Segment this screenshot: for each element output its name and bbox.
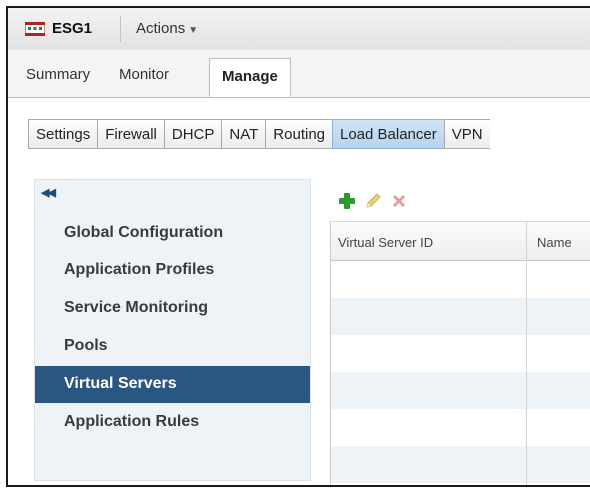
table-row[interactable] [331,298,590,335]
tab-monitor[interactable]: Monitor [119,66,169,83]
plus-icon[interactable] [338,192,356,210]
actions-label: Actions [136,20,186,37]
subtab-vpn[interactable]: VPN [443,119,490,149]
app-window: ESG1 Actions ▼ Summary Monitor Manage Set… [6,6,590,487]
app-title: ESG1 [52,20,93,37]
pencil-icon[interactable] [364,192,382,210]
subtab-dhcp[interactable]: DHCP [163,119,222,149]
column-header-name[interactable]: Name [537,235,572,250]
nav-item-global-configuration[interactable]: Global Configuration [35,215,310,252]
virtual-servers-grid: Virtual Server ID Name [330,221,590,485]
table-row[interactable] [331,409,590,446]
nav-item-application-rules[interactable]: Application Rules [35,404,310,441]
subtab-settings[interactable]: Settings [28,119,98,149]
manage-subtabs: Settings Firewall DHCP NAT Routing Load … [28,119,490,149]
nav-item-virtual-servers[interactable]: Virtual Servers [35,366,310,403]
table-row[interactable] [331,446,590,483]
column-header-virtual-server-id[interactable]: Virtual Server ID [338,235,433,250]
table-row[interactable] [331,335,590,372]
title-divider [120,16,121,42]
main-tabs: Summary Monitor Manage [8,50,590,98]
title-bar: ESG1 Actions ▼ [8,8,590,51]
nav-item-application-profiles[interactable]: Application Profiles [35,252,310,289]
actions-menu-button[interactable]: Actions ▼ [136,20,198,37]
subtab-routing[interactable]: Routing [265,119,332,149]
subtab-nat[interactable]: NAT [221,119,266,149]
caret-down-icon: ▼ [188,25,199,36]
column-divider [526,221,527,485]
tab-summary[interactable]: Summary [26,66,90,83]
nav-item-pools[interactable]: Pools [35,328,310,365]
tab-manage[interactable]: Manage [209,58,291,97]
edge-gateway-icon [25,22,45,36]
subtab-load-balancer[interactable]: Load Balancer [332,119,444,149]
double-chevron-left-icon[interactable]: ◀◀ [41,186,56,199]
load-balancer-nav: ◀◀ Global Configuration Application Prof… [34,179,311,481]
table-row[interactable] [331,261,590,298]
table-row[interactable] [331,372,590,409]
nav-item-service-monitoring[interactable]: Service Monitoring [35,290,310,327]
x-icon[interactable] [390,192,408,210]
grid-header: Virtual Server ID Name [331,221,590,261]
subtab-firewall[interactable]: Firewall [97,119,164,149]
